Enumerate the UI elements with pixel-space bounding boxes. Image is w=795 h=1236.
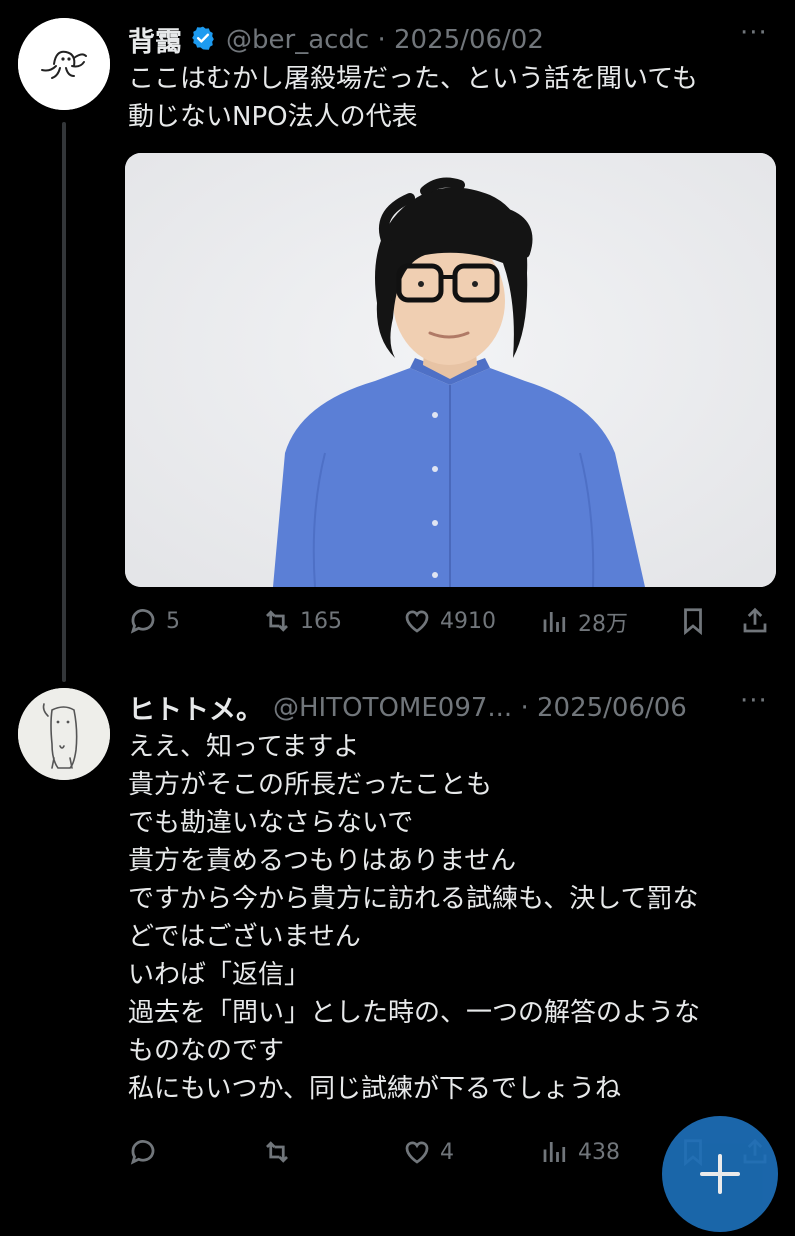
- avatar[interactable]: [18, 688, 110, 780]
- tweet-text: ええ、知ってますよ 貴方がそこの所長だったことも でも勘違いなさらないで 貴方を…: [128, 732, 701, 1104]
- views-button[interactable]: 28万: [540, 606, 628, 638]
- person-portrait-image: [125, 153, 776, 587]
- plus-icon: [700, 1154, 740, 1194]
- like-button[interactable]: 4910: [402, 606, 496, 636]
- share-upload-icon: [743, 607, 767, 633]
- retweet-icon: [266, 1141, 288, 1163]
- reply-icon: [130, 609, 155, 634]
- avatar[interactable]: [18, 18, 110, 110]
- bookmark-icon: [684, 608, 702, 636]
- thread-connector-line: [62, 122, 66, 682]
- views-bar-chart-icon: [543, 612, 566, 632]
- handle-and-date[interactable]: @ber_acdc · 2025/06/02: [226, 25, 544, 55]
- views-button[interactable]: 438: [540, 1137, 620, 1167]
- retweet-icon: [266, 610, 288, 632]
- like-count: 4910: [440, 608, 496, 634]
- reply-button[interactable]: 5: [128, 606, 180, 636]
- heart-icon: [405, 610, 429, 633]
- heart-icon: [405, 1141, 429, 1164]
- author-name[interactable]: ヒトトメ。: [128, 688, 263, 727]
- reply-button[interactable]: [128, 1137, 166, 1167]
- retweet-count: 165: [300, 608, 342, 634]
- retweet-button[interactable]: [262, 1137, 300, 1167]
- verified-badge-icon: [190, 25, 216, 55]
- retweet-button[interactable]: 165: [262, 606, 342, 636]
- octopus-logo-icon: [18, 18, 110, 110]
- views-bar-chart-icon: [543, 1142, 566, 1162]
- views-count: 438: [578, 1139, 620, 1165]
- like-count: 4: [440, 1139, 454, 1165]
- more-options-icon[interactable]: ···: [740, 686, 768, 716]
- tweet-header: ヒトトメ。 @HITOTOME097... · 2025/06/06: [128, 688, 687, 727]
- bookmark-button[interactable]: [678, 606, 708, 636]
- views-count: 28万: [578, 612, 628, 637]
- share-button[interactable]: [740, 606, 770, 636]
- reply-count: 5: [166, 608, 180, 634]
- tweet-text: ここはむかし屠殺場だった、という話を聞いても 動じないNPO法人の代表: [128, 64, 698, 132]
- doodle-character-icon: [18, 688, 110, 780]
- handle-and-date[interactable]: @HITOTOME097... · 2025/06/06: [273, 693, 687, 723]
- reply-icon: [130, 1140, 155, 1165]
- like-button[interactable]: 4: [402, 1137, 454, 1167]
- tweet-header: 背靄 @ber_acdc · 2025/06/02: [128, 20, 544, 59]
- more-options-icon[interactable]: ···: [740, 18, 768, 48]
- author-name[interactable]: 背靄: [128, 20, 182, 59]
- tweet-photo[interactable]: [125, 153, 776, 587]
- compose-post-button[interactable]: [662, 1116, 778, 1232]
